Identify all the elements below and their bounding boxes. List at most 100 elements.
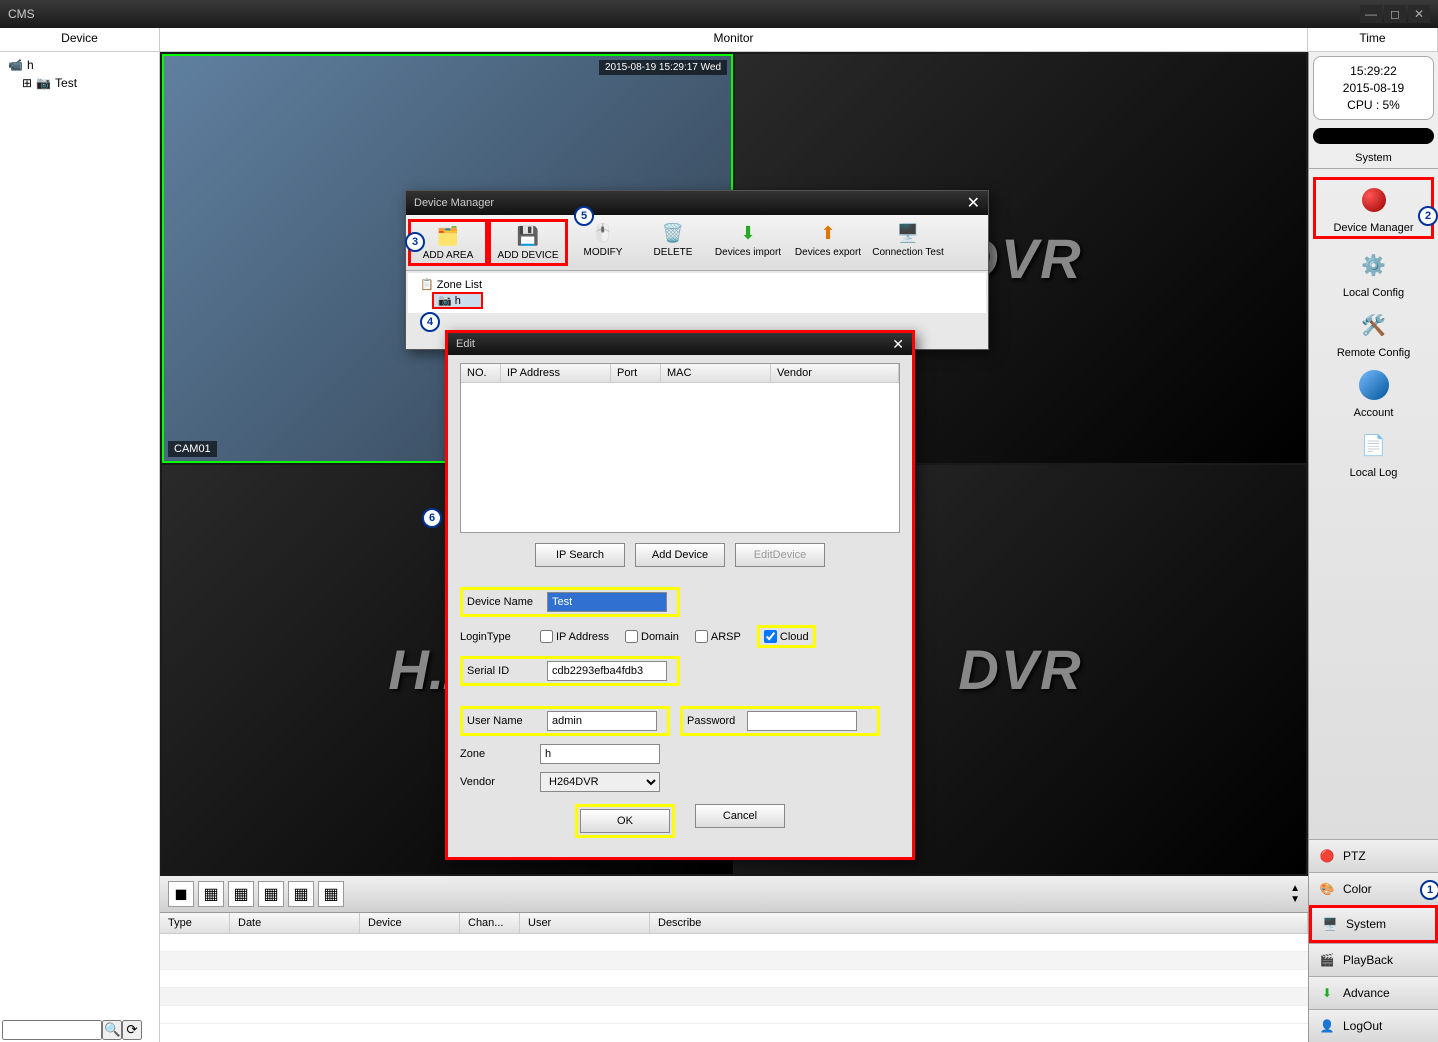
- scroll-up-button[interactable]: ▲: [1290, 883, 1300, 894]
- tab-playback[interactable]: 🎬PlayBack: [1309, 943, 1438, 976]
- modify-label: MODIFY: [584, 247, 623, 258]
- scroll-down-button[interactable]: ▼: [1290, 894, 1300, 905]
- tab-monitor[interactable]: Monitor: [160, 28, 1308, 51]
- local-log-button[interactable]: 📄 Local Log: [1313, 427, 1434, 479]
- col-channel[interactable]: Chan...: [460, 913, 520, 933]
- import-label: Devices import: [715, 247, 781, 258]
- ip-checkbox[interactable]: [540, 630, 553, 643]
- modify-button[interactable]: 🖱️ MODIFY: [568, 219, 638, 266]
- tree-root[interactable]: 📹 h: [4, 56, 155, 74]
- account-button[interactable]: Account: [1313, 367, 1434, 419]
- delete-button[interactable]: 🗑️ DELETE: [638, 219, 708, 266]
- zone-list-root[interactable]: 📋 Zone List: [416, 277, 978, 292]
- color-label: Color: [1343, 882, 1372, 896]
- camera-label: CAM01: [168, 441, 217, 457]
- col-device[interactable]: Device: [360, 913, 460, 933]
- col-date[interactable]: Date: [230, 913, 360, 933]
- col-ip[interactable]: IP Address: [501, 364, 611, 382]
- tab-device[interactable]: Device: [0, 28, 160, 51]
- col-type[interactable]: Type: [160, 913, 230, 933]
- advance-icon: ⬇: [1317, 983, 1337, 1003]
- layout-4[interactable]: ▦: [198, 881, 224, 907]
- log-row: [160, 1006, 1308, 1024]
- export-label: Devices export: [795, 247, 861, 258]
- ptz-label: PTZ: [1343, 849, 1366, 863]
- col-mac[interactable]: MAC: [661, 364, 771, 382]
- clock-time: 15:29:22: [1320, 63, 1427, 80]
- refresh-button[interactable]: ⟳: [122, 1020, 142, 1040]
- device-name-input[interactable]: [547, 592, 667, 612]
- tab-ptz[interactable]: 🔴PTZ: [1309, 839, 1438, 872]
- ok-button[interactable]: OK: [580, 809, 670, 833]
- add-device-inner-button[interactable]: Add Device: [635, 543, 725, 567]
- logout-label: LogOut: [1343, 1019, 1382, 1033]
- password-input[interactable]: [747, 711, 857, 731]
- tab-advance[interactable]: ⬇ Advance: [1309, 976, 1438, 1009]
- export-icon: ⬆: [812, 221, 844, 245]
- layout-9[interactable]: ▦: [288, 881, 314, 907]
- remote-config-label: Remote Config: [1337, 347, 1410, 359]
- serial-id-input[interactable]: [547, 661, 667, 681]
- search-input[interactable]: [2, 1020, 102, 1040]
- col-describe[interactable]: Describe: [650, 913, 1308, 933]
- layout-8[interactable]: ▦: [258, 881, 284, 907]
- dm-close-button[interactable]: ✕: [967, 193, 980, 213]
- add-device-button[interactable]: 💾 ADD DEVICE: [488, 219, 568, 266]
- connection-test-button[interactable]: 🖥️ Connection Test: [868, 219, 948, 266]
- ip-checkbox-label[interactable]: IP Address: [540, 630, 609, 643]
- arsp-checkbox-label[interactable]: ARSP: [695, 630, 741, 643]
- username-label: User Name: [467, 715, 547, 727]
- annotation-2: 2: [1418, 206, 1438, 226]
- device-manager-button[interactable]: Device Manager: [1313, 177, 1434, 239]
- system-header: System: [1309, 148, 1438, 169]
- domain-checkbox[interactable]: [625, 630, 638, 643]
- domain-checkbox-label[interactable]: Domain: [625, 630, 679, 643]
- zone-list-label: Zone List: [437, 279, 482, 291]
- col-vendor[interactable]: Vendor: [771, 364, 899, 382]
- dm-title-bar: Device Manager ✕: [406, 191, 988, 215]
- tree-child[interactable]: ⊞ 📷 Test: [18, 74, 155, 92]
- annotation-4: 4: [420, 312, 440, 332]
- minimize-button[interactable]: —: [1360, 5, 1382, 23]
- layout-6[interactable]: ▦: [228, 881, 254, 907]
- import-icon: ⬇: [732, 221, 764, 245]
- close-button[interactable]: ✕: [1408, 5, 1430, 23]
- zone-item-selected[interactable]: 📷 h: [432, 292, 483, 309]
- username-input[interactable]: [547, 711, 657, 731]
- red-dot-icon: [1362, 188, 1386, 212]
- tab-system[interactable]: 🖥️System: [1309, 905, 1438, 943]
- grid-layout-controls: ◼ ▦ ▦ ▦ ▦ ▦ ▲ ▼: [160, 876, 1308, 912]
- layout-16[interactable]: ▦: [318, 881, 344, 907]
- app-title: CMS: [8, 7, 35, 21]
- expand-icon[interactable]: ⊞: [22, 76, 32, 90]
- tab-color[interactable]: 🎨Color: [1309, 872, 1438, 905]
- export-button[interactable]: ⬆ Devices export: [788, 219, 868, 266]
- tab-time[interactable]: Time: [1308, 28, 1438, 51]
- cancel-button[interactable]: Cancel: [695, 804, 785, 828]
- folder-icon: 📹: [8, 58, 23, 72]
- col-no[interactable]: NO.: [461, 364, 501, 382]
- arsp-checkbox[interactable]: [695, 630, 708, 643]
- zone-input[interactable]: [540, 744, 660, 764]
- title-bar: CMS — ◻ ✕: [0, 0, 1438, 28]
- annotation-3: 3: [405, 232, 425, 252]
- device-tree-panel: 📹 h ⊞ 📷 Test: [0, 52, 160, 1042]
- cloud-checkbox[interactable]: [764, 630, 777, 643]
- remote-config-button[interactable]: 🛠️ Remote Config: [1313, 307, 1434, 359]
- delete-label: DELETE: [654, 247, 693, 258]
- local-config-button[interactable]: ⚙️ Local Config: [1313, 247, 1434, 299]
- ip-search-button[interactable]: IP Search: [535, 543, 625, 567]
- col-port[interactable]: Port: [611, 364, 661, 382]
- maximize-button[interactable]: ◻: [1384, 5, 1406, 23]
- vendor-select[interactable]: H264DVR: [540, 772, 660, 792]
- layout-1[interactable]: ◼: [168, 881, 194, 907]
- import-button[interactable]: ⬇ Devices import: [708, 219, 788, 266]
- annotation-1: 1: [1420, 880, 1438, 900]
- edit-close-button[interactable]: ✕: [892, 336, 904, 353]
- advance-label: Advance: [1343, 986, 1390, 1000]
- add-device-label: ADD DEVICE: [497, 250, 558, 261]
- tab-logout[interactable]: 👤LogOut: [1309, 1009, 1438, 1042]
- cloud-checkbox-label[interactable]: Cloud: [764, 630, 809, 643]
- search-button[interactable]: 🔍: [102, 1020, 122, 1040]
- col-user[interactable]: User: [520, 913, 650, 933]
